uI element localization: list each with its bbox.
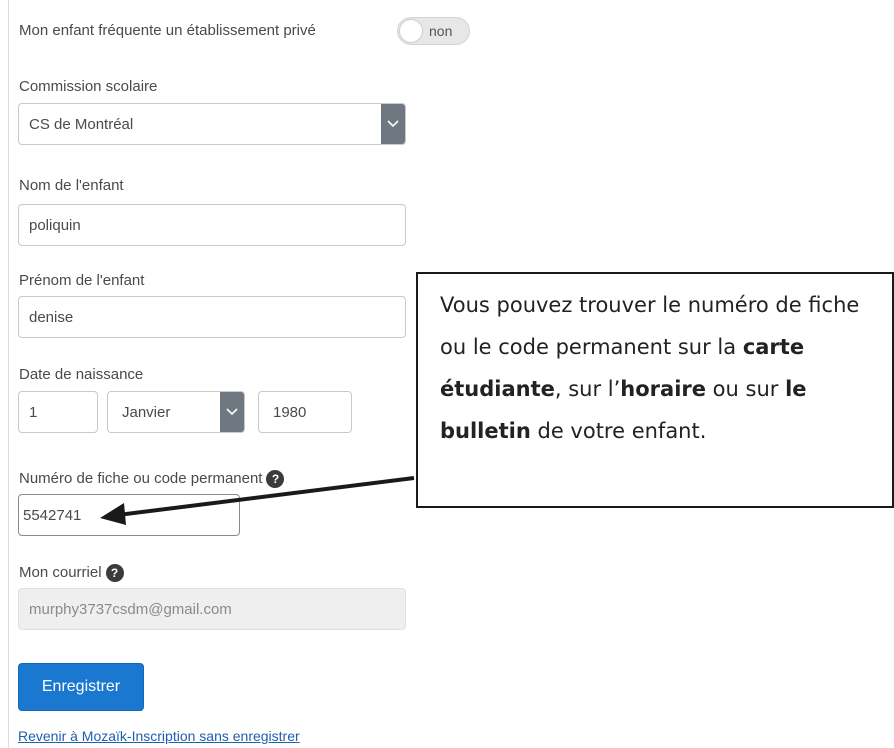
child-firstname-label: Prénom de l'enfant [19,272,145,289]
birth-year-input[interactable]: 1980 [258,391,352,433]
file-number-value: 5542741 [23,506,82,524]
save-button[interactable]: Enregistrer [18,663,144,711]
birthdate-label: Date de naissance [19,366,144,383]
email-field: murphy3737csdm@gmail.com [18,588,406,630]
child-lastname-label: Nom de l'enfant [19,177,124,194]
email-value: murphy3737csdm@gmail.com [29,600,232,618]
callout-text-4: de votre enfant. [530,419,707,443]
school-board-select[interactable]: CS de Montréal [18,103,406,145]
birth-day-value: 1 [29,403,38,421]
help-icon[interactable]: ? [105,564,124,583]
callout-bold-schedule: horaire [620,377,706,401]
birth-month-value: Janvier [122,403,171,421]
email-label: Mon courriel? [19,564,124,583]
file-number-input[interactable]: 5542741 [18,494,240,536]
callout-text-3: ou sur [706,377,786,401]
school-board-value: CS de Montréal [29,115,134,133]
child-lastname-value: poliquin [29,216,81,234]
file-number-label: Numéro de fiche ou code permanent? [19,470,285,489]
callout-text-2: , sur l’ [554,377,621,401]
birth-day-input[interactable]: 1 [18,391,98,433]
file-number-label-text: Numéro de fiche ou code permanent [19,470,263,487]
toggle-knob [399,19,423,43]
child-firstname-input[interactable]: denise [18,296,406,338]
help-callout-box: Vous pouvez trouver le numéro de fiche o… [416,272,894,508]
school-board-label: Commission scolaire [19,78,158,95]
page-left-border [8,0,9,748]
back-to-mozaik-link[interactable]: Revenir à Mozaïk-Inscription sans enregi… [18,728,300,744]
child-lastname-input[interactable]: poliquin [18,204,406,246]
birth-month-select[interactable]: Janvier [107,391,245,433]
birth-year-value: 1980 [273,403,307,421]
chevron-down-icon[interactable] [381,104,405,144]
email-label-text: Mon courriel [19,564,102,581]
help-icon[interactable]: ? [266,470,285,489]
private-school-label: Mon enfant fréquente un établissement pr… [19,22,316,39]
private-school-toggle[interactable]: non [397,17,470,45]
chevron-down-icon[interactable] [220,392,244,432]
toggle-state-text: non [429,23,453,39]
child-firstname-value: denise [29,308,74,326]
